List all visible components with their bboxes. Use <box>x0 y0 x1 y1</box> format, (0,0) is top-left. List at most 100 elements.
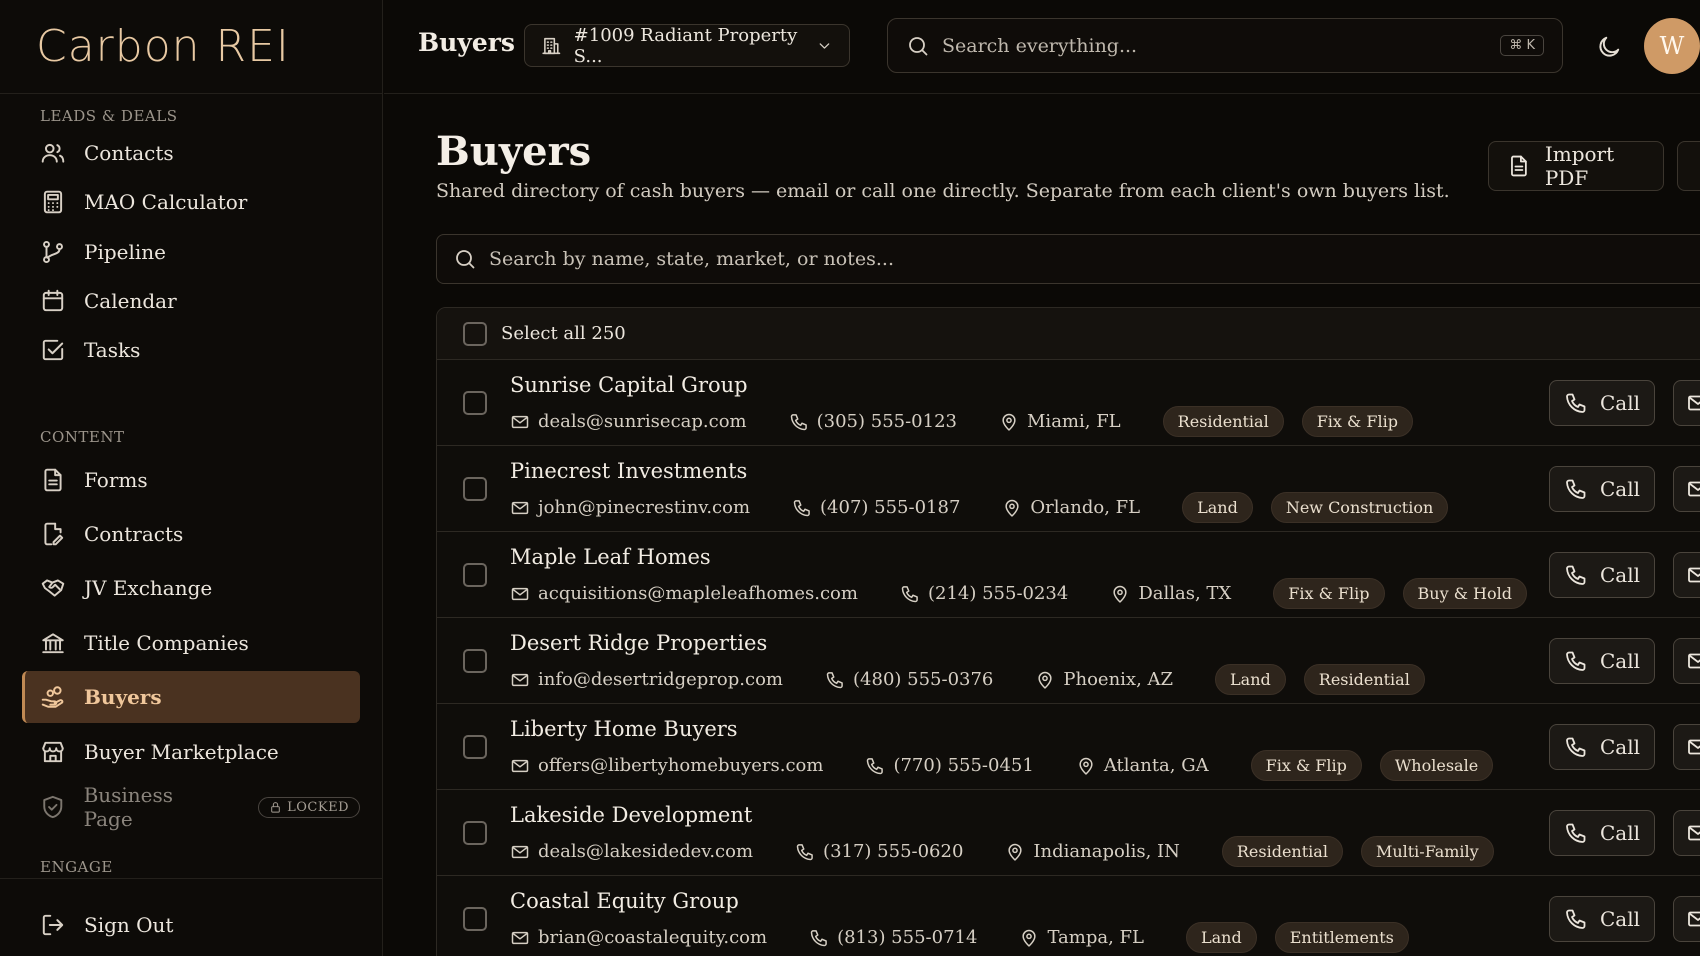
call-button[interactable]: Call <box>1549 466 1655 512</box>
hand-coins-icon <box>41 686 64 708</box>
buyer-checkbox[interactable] <box>463 563 487 587</box>
email-button[interactable] <box>1673 638 1700 684</box>
buyer-email-text: deals@lakesidedev.com <box>538 841 754 862</box>
buyer-meta: john@pinecrestinv.com (407) 555-0187 Orl… <box>510 492 1466 523</box>
sidebar-item-label: Contacts <box>84 141 174 165</box>
global-search[interactable]: ⌘ K <box>887 18 1563 73</box>
email-button[interactable] <box>1673 810 1700 856</box>
file-edit-icon <box>44 522 64 546</box>
buyer-search[interactable] <box>436 234 1700 284</box>
select-all-checkbox[interactable] <box>463 321 487 346</box>
mail-icon <box>511 587 529 600</box>
buyer-phone[interactable]: (813) 555-0714 <box>809 927 977 948</box>
buyer-checkbox[interactable] <box>463 735 487 759</box>
sidebar-item-buyer-marketplace[interactable]: Buyer Marketplace <box>22 726 360 778</box>
email-button[interactable] <box>1673 466 1700 512</box>
buyer-email[interactable]: offers@libertyhomebuyers.com <box>510 755 823 776</box>
call-button[interactable]: Call <box>1549 638 1655 684</box>
call-button[interactable]: Call <box>1549 724 1655 770</box>
shield-check-icon <box>43 795 63 819</box>
buyer-row: Coastal Equity Group brian@coastalequity… <box>437 876 1700 956</box>
call-button[interactable]: Call <box>1549 896 1655 942</box>
mail-icon <box>1688 825 1700 841</box>
email-button[interactable] <box>1673 896 1700 942</box>
call-button[interactable]: Call <box>1549 552 1655 598</box>
buyer-meta: info@desertridgeprop.com (480) 555-0376 … <box>510 664 1443 695</box>
call-label: Call <box>1600 735 1641 759</box>
sidebar-item-pipeline[interactable]: Pipeline <box>22 226 360 278</box>
call-button[interactable]: Call <box>1549 380 1655 426</box>
sidebar-item-jv-exchange[interactable]: JV Exchange <box>22 562 360 614</box>
phone-icon <box>1566 565 1586 585</box>
mail-icon <box>1688 395 1700 411</box>
buyer-email-text: john@pinecrestinv.com <box>538 497 751 518</box>
buyer-tag: Wholesale <box>1379 750 1494 781</box>
buyer-email-text: acquisitions@mapleleafhomes.com <box>538 583 858 604</box>
secondary-action-button[interactable] <box>1677 141 1700 191</box>
global-search-input[interactable] <box>942 34 1501 57</box>
buyer-row: Lakeside Development deals@lakesidedev.c… <box>437 790 1700 876</box>
buyer-location: Dallas, TX <box>1110 583 1231 604</box>
buyer-checkbox[interactable] <box>463 477 487 501</box>
email-button[interactable] <box>1673 552 1700 598</box>
buyer-location-text: Tampa, FL <box>1047 927 1144 948</box>
buyer-phone[interactable]: (305) 555-0123 <box>789 411 957 432</box>
calendar-icon <box>42 289 64 312</box>
building-icon <box>542 37 561 54</box>
buyer-phone[interactable]: (214) 555-0234 <box>900 583 1068 604</box>
buyer-email[interactable]: brian@coastalequity.com <box>510 927 767 948</box>
buyer-location: Orlando, FL <box>1002 497 1140 518</box>
sidebar-item-label: MAO Calculator <box>84 190 248 214</box>
sidebar-item-forms[interactable]: Forms <box>22 454 360 506</box>
email-button[interactable] <box>1673 380 1700 426</box>
buyer-checkbox[interactable] <box>463 907 487 931</box>
sidebar-item-calendar[interactable]: Calendar <box>22 275 360 327</box>
sidebar-item-business-page[interactable]: Business Page LOCKED <box>22 781 360 833</box>
buyer-tag: Multi-Family <box>1360 836 1494 867</box>
sidebar-item-contracts[interactable]: Contracts <box>22 508 360 560</box>
buyer-checkbox[interactable] <box>463 821 487 845</box>
property-select[interactable]: #1009 Radiant Property S... <box>524 24 850 67</box>
buyer-phone-text: (770) 555-0451 <box>893 755 1034 776</box>
buyer-phone[interactable]: (480) 555-0376 <box>825 669 993 690</box>
buyer-name: Pinecrest Investments <box>510 459 748 483</box>
sidebar-item-contacts[interactable]: Contacts <box>22 127 360 179</box>
sidebar-item-title-companies[interactable]: Title Companies <box>22 617 360 669</box>
buyer-checkbox[interactable] <box>463 649 487 673</box>
buyer-email[interactable]: info@desertridgeprop.com <box>510 669 783 690</box>
buyer-email[interactable]: deals@sunrisecap.com <box>510 411 747 432</box>
buyer-location: Phoenix, AZ <box>1035 669 1173 690</box>
buyer-phone[interactable]: (317) 555-0620 <box>795 841 963 862</box>
select-all-label: Select all 250 <box>501 323 626 344</box>
avatar[interactable]: W <box>1644 18 1700 74</box>
buyer-search-input[interactable] <box>489 248 1700 270</box>
call-label: Call <box>1600 391 1641 415</box>
import-pdf-label: Import PDF <box>1544 142 1615 190</box>
section-label-content: Content <box>40 428 125 446</box>
email-button[interactable] <box>1673 724 1700 770</box>
buyer-email[interactable]: john@pinecrestinv.com <box>510 497 750 518</box>
bank-icon <box>42 633 64 654</box>
buyer-phone[interactable]: (407) 555-0187 <box>792 497 960 518</box>
buyer-phone[interactable]: (770) 555-0451 <box>865 755 1034 776</box>
mail-icon <box>1688 567 1700 583</box>
sidebar-item-tasks[interactable]: Tasks <box>22 324 360 376</box>
buyer-email[interactable]: acquisitions@mapleleafhomes.com <box>510 583 858 604</box>
import-pdf-button[interactable]: Import PDF <box>1488 141 1664 191</box>
buyer-meta: acquisitions@mapleleafhomes.com (214) 55… <box>510 578 1545 609</box>
sign-out-button[interactable]: Sign Out <box>22 899 360 951</box>
sidebar-item-buyers[interactable]: Buyers <box>22 671 360 723</box>
logo[interactable]: Carbon REI <box>36 24 290 69</box>
buyer-tag: Residential <box>1221 836 1343 867</box>
buyer-location-text: Phoenix, AZ <box>1063 669 1174 690</box>
sidebar-item-mao-calculator[interactable]: MAO Calculator <box>22 176 360 228</box>
buyer-email[interactable]: deals@lakesidedev.com <box>510 841 753 862</box>
buyer-meta: deals@lakesidedev.com (317) 555-0620 Ind… <box>510 836 1512 867</box>
buyer-checkbox[interactable] <box>463 391 487 415</box>
moon-icon[interactable] <box>1596 34 1622 60</box>
buyer-location: Indianapolis, IN <box>1005 841 1180 862</box>
locked-badge-label: LOCKED <box>287 799 349 815</box>
call-button[interactable]: Call <box>1549 810 1655 856</box>
sidebar-item-label: Forms <box>84 468 148 492</box>
buyer-row: Liberty Home Buyers offers@libertyhomebu… <box>437 704 1700 790</box>
